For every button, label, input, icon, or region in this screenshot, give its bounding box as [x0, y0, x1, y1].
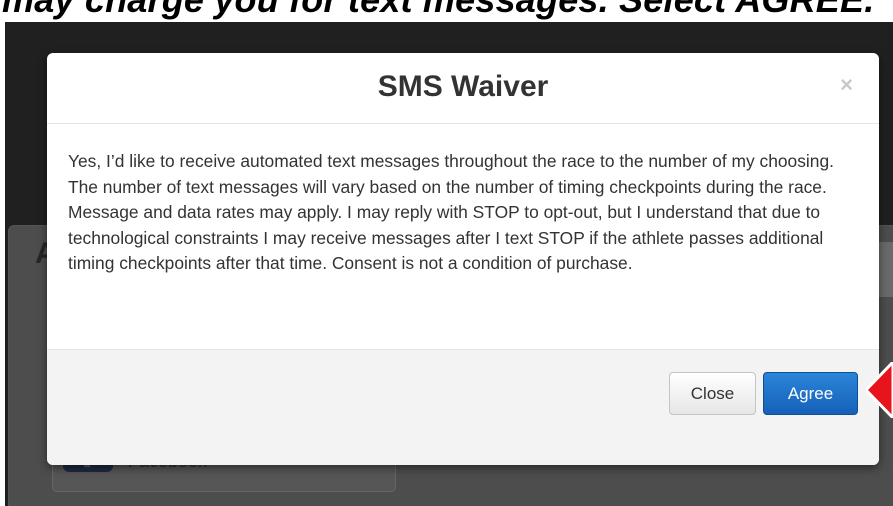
instruction-caption: may charge you for text messages. Select… — [0, 0, 893, 22]
sms-waiver-modal: SMS Waiver × Yes, I’d like to receive au… — [47, 53, 879, 465]
modal-header: SMS Waiver × — [47, 53, 879, 124]
agree-button[interactable]: Agree — [763, 372, 858, 415]
close-icon[interactable]: × — [840, 74, 853, 96]
modal-footer: Close Agree — [47, 349, 879, 465]
close-button[interactable]: Close — [669, 372, 756, 415]
modal-body: Yes, I’d like to receive automated text … — [47, 124, 879, 349]
modal-title: SMS Waiver — [377, 70, 549, 103]
waiver-text: Yes, I’d like to receive automated text … — [68, 151, 834, 274]
callout-arrow-icon — [866, 362, 893, 418]
instruction-caption-text: may charge you for text messages. Select… — [2, 0, 874, 21]
